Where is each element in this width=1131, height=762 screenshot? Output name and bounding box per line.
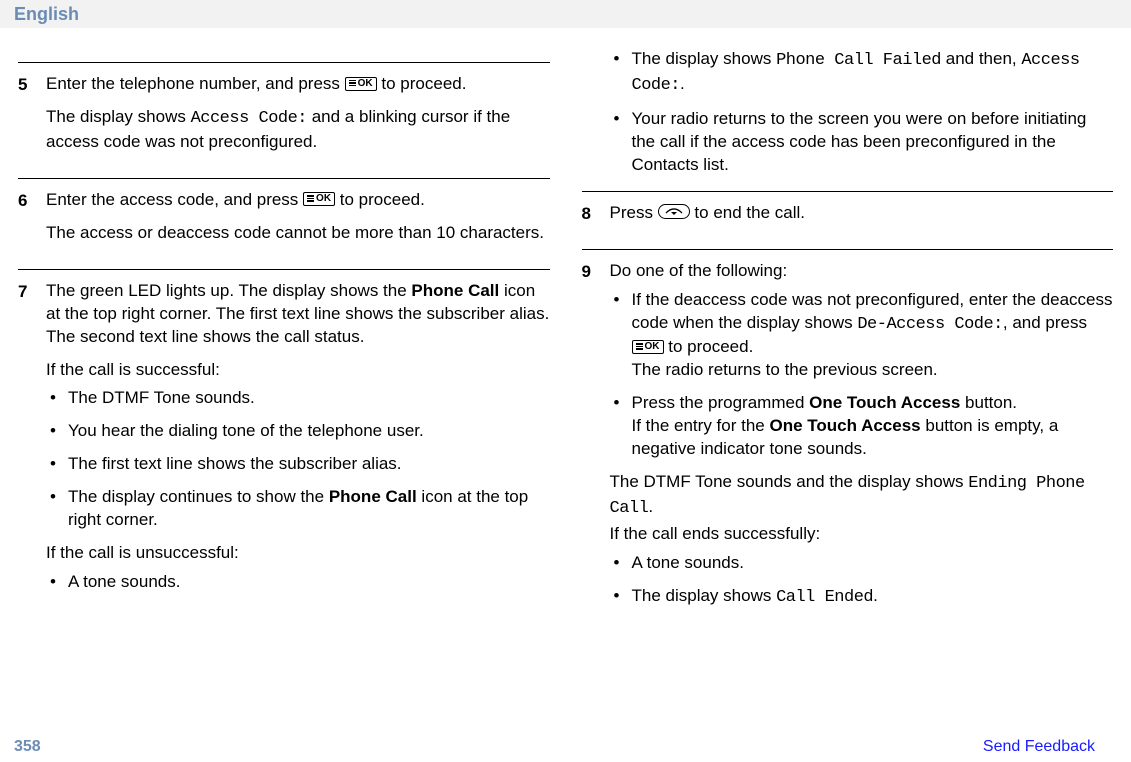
text: Enter the access code, and press [46,190,303,209]
step-5: 5 Enter the telephone number, and press … [18,73,550,164]
page-footer: 358 Send Feedback [0,738,1131,756]
bold-text: Phone Call [411,281,499,300]
text: to proceed. [340,190,425,209]
display-text: Phone Call Failed [776,51,941,70]
list-item: The display shows Call Ended. [610,585,1114,610]
bullet-list: A tone sounds. [46,571,550,594]
text: If the call is successful: [46,359,550,382]
step-body: Press to end the call. [610,202,806,235]
list-item: The display shows Phone Call Failed and … [610,48,1114,98]
text: The display shows [46,107,191,126]
text: The display continues to show the [68,487,329,506]
text: to proceed. [668,337,753,356]
bullet-list: A tone sounds. The display shows Call En… [610,552,1114,610]
main-content: 5 Enter the telephone number, and press … [0,28,1131,620]
display-text: De-Access Code: [857,315,1003,334]
step-body: Enter the telephone number, and press OK… [46,73,550,164]
language-label: English [14,4,79,24]
text: The DTMF Tone sounds and the display sho… [610,472,969,491]
left-column: 5 Enter the telephone number, and press … [18,48,550,620]
step-number: 8 [582,202,600,224]
text: to proceed. [381,74,466,93]
step-9: 9 Do one of the following: If the deacce… [582,260,1114,620]
bold-text: One Touch Access [809,393,960,412]
display-text: Access Code: [191,109,307,128]
text: If the entry for the [632,416,770,435]
separator [18,62,550,63]
bold-text: Phone Call [329,487,417,506]
bold-text: One Touch Access [769,416,920,435]
text: . [873,586,878,605]
separator [582,249,1114,250]
step-number: 6 [18,189,36,211]
step-7-continued: The display shows Phone Call Failed and … [582,48,1114,177]
text: and then, [941,49,1021,68]
list-item: The first text line shows the subscriber… [46,453,550,476]
list-item: Press the programmed One Touch Access bu… [610,392,1114,461]
page-header: English [0,0,1131,28]
ok-button-icon: OK [632,340,664,354]
step-number: 5 [18,73,36,95]
list-item: You hear the dialing tone of the telepho… [46,420,550,443]
text: The green LED lights up. The display sho… [46,281,411,300]
list-item: If the deaccess code was not preconfigur… [610,289,1114,383]
text: If the call ends successfully: [610,523,1114,546]
list-item: A tone sounds. [610,552,1114,575]
text: The display shows [632,49,777,68]
display-text: Call Ended [776,588,873,607]
text: The display shows [632,586,777,605]
page-number: 358 [14,738,41,756]
step-body: Enter the access code, and press OK to p… [46,189,544,255]
separator [18,178,550,179]
bullet-list: The display shows Phone Call Failed and … [610,48,1114,177]
list-item: The DTMF Tone sounds. [46,387,550,410]
ok-button-icon: OK [345,77,377,91]
text: The access or deaccess code cannot be mo… [46,222,544,245]
text: . [680,74,685,93]
text: Do one of the following: [610,260,1114,283]
step-number: 9 [582,260,600,282]
bullet-list: If the deaccess code was not preconfigur… [610,289,1114,462]
list-item: A tone sounds. [46,571,550,594]
ok-button-icon: OK [303,192,335,206]
text: Enter the telephone number, and press [46,74,345,93]
text: button. [960,393,1017,412]
step-body: The green LED lights up. The display sho… [46,280,550,604]
text: Press [610,203,658,222]
list-item: The display continues to show the Phone … [46,486,550,532]
text: , and press [1003,313,1087,332]
list-item: Your radio returns to the screen you wer… [610,108,1114,177]
step-7: 7 The green LED lights up. The display s… [18,280,550,604]
text: to end the call. [694,203,805,222]
right-column: The display shows Phone Call Failed and … [582,48,1114,620]
step-8: 8 Press to end the call. [582,202,1114,235]
text: Press the programmed [632,393,810,412]
text: The radio returns to the previous screen… [632,360,938,379]
step-body: Do one of the following: If the deaccess… [610,260,1114,620]
step-number: 7 [18,280,36,302]
bullet-list: The DTMF Tone sounds. You hear the diali… [46,387,550,532]
separator [582,191,1114,192]
step-6: 6 Enter the access code, and press OK to… [18,189,550,255]
end-call-icon [658,204,690,219]
send-feedback-link[interactable]: Send Feedback [983,738,1095,756]
text: If the call is unsuccessful: [46,542,550,565]
separator [18,269,550,270]
text: . [648,497,653,516]
